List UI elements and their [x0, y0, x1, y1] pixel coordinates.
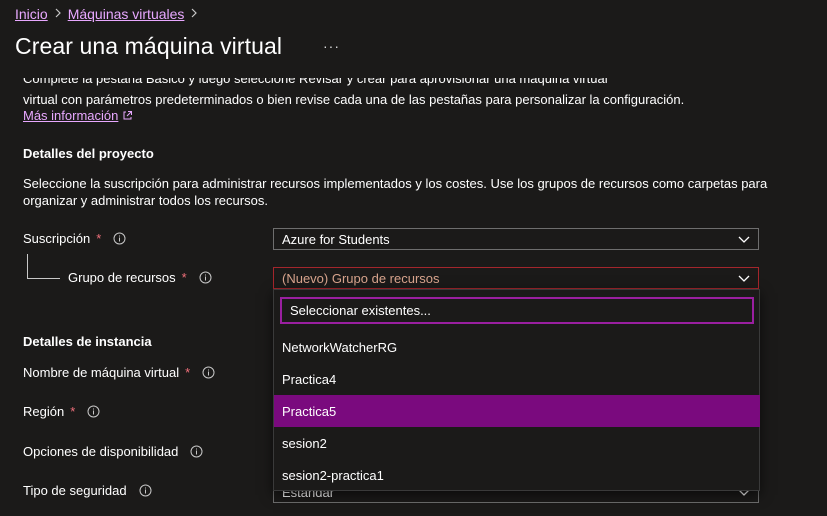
subscription-select[interactable]: Azure for Students	[273, 228, 759, 250]
resource-group-label-row: Grupo de recursos *	[68, 270, 212, 285]
dropdown-option[interactable]: sesion2	[274, 427, 760, 459]
region-label: Región	[23, 404, 65, 419]
security-type-label: Tipo de seguridad	[23, 483, 127, 498]
required-asterisk: *	[185, 365, 191, 380]
resource-group-label: Grupo de recursos	[68, 270, 176, 285]
info-icon[interactable]	[190, 445, 203, 458]
dropdown-search-input[interactable]	[280, 297, 754, 324]
info-icon[interactable]	[199, 271, 212, 284]
breadcrumb-vms-link[interactable]: Máquinas virtuales	[68, 6, 185, 22]
dropdown-option-selected[interactable]: Practica5	[274, 395, 760, 427]
security-type-label-row: Tipo de seguridad	[23, 483, 152, 498]
project-desc-line2: organizar y administrar todos los recurs…	[23, 193, 268, 208]
subscription-value: Azure for Students	[282, 231, 390, 247]
tree-connector	[27, 254, 28, 278]
instance-details-heading: Detalles de instancia	[23, 334, 152, 349]
dropdown-option[interactable]: sesion2-practica1	[274, 459, 760, 491]
required-asterisk: *	[96, 231, 102, 246]
region-label-row: Región *	[23, 404, 100, 419]
more-options-button[interactable]: ···	[323, 38, 340, 54]
required-asterisk: *	[181, 270, 187, 285]
subscription-label: Suscripción	[23, 231, 91, 246]
chevron-down-icon	[738, 275, 750, 282]
more-info-label: Más información	[23, 108, 119, 123]
breadcrumb: Inicio Máquinas virtuales	[15, 6, 198, 22]
info-icon[interactable]	[202, 366, 215, 379]
availability-label: Opciones de disponibilidad	[23, 444, 179, 459]
info-icon[interactable]	[113, 232, 126, 245]
intro-text: virtual con parámetros predeterminados o…	[23, 92, 685, 107]
info-icon[interactable]	[139, 484, 152, 497]
vm-name-label: Nombre de máquina virtual	[23, 365, 180, 380]
chevron-right-icon	[54, 7, 62, 21]
required-asterisk: *	[70, 404, 76, 419]
availability-label-row: Opciones de disponibilidad	[23, 444, 203, 459]
page-title: Crear una máquina virtual	[15, 33, 283, 59]
chevron-right-icon	[190, 7, 198, 21]
external-link-icon	[123, 111, 133, 120]
resource-group-value: (Nuevo) Grupo de recursos	[282, 270, 440, 286]
project-details-heading: Detalles del proyecto	[23, 146, 154, 161]
dropdown-option[interactable]: NetworkWatcherRG	[274, 331, 760, 363]
project-desc-line1: Seleccione la suscripción para administr…	[23, 176, 768, 191]
resource-group-dropdown: NetworkWatcherRG Practica4 Practica5 ses…	[273, 289, 760, 491]
breadcrumb-home-link[interactable]: Inicio	[15, 6, 48, 22]
dropdown-option[interactable]: Practica4	[274, 363, 760, 395]
more-info-link[interactable]: Más información	[23, 108, 133, 123]
resource-group-select[interactable]: (Nuevo) Grupo de recursos	[273, 267, 759, 289]
info-icon[interactable]	[87, 405, 100, 418]
intro-cut-line: Complete la pestaña Básico y luego selec…	[23, 78, 608, 86]
chevron-down-icon	[738, 236, 750, 243]
vm-name-label-row: Nombre de máquina virtual *	[23, 365, 215, 380]
subscription-label-row: Suscripción *	[23, 231, 126, 246]
tree-connector-horizontal	[27, 278, 60, 279]
